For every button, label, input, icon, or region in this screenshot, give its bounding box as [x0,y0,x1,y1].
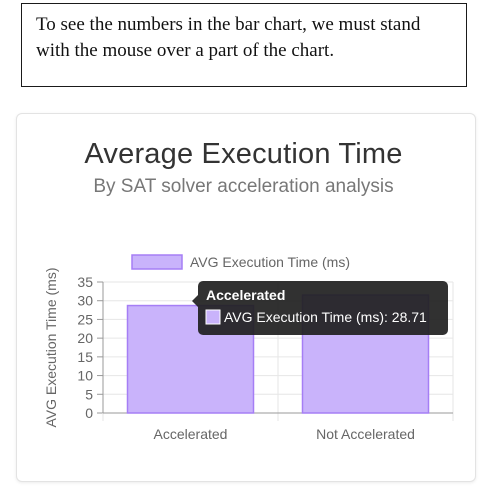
y-tick-label: 25 [77,311,93,327]
tooltip-swatch [205,309,221,325]
legend-label[interactable]: AVG Execution Time (ms) [190,254,350,270]
tooltip-title: Accelerated [206,287,285,303]
legend-swatch[interactable] [131,254,183,270]
y-tick-label: 5 [85,386,93,402]
y-tick-label: 35 [77,274,93,290]
y-tick-label: 10 [77,368,93,384]
y-tick-label: 20 [77,330,93,346]
y-tick-label: 0 [85,405,93,421]
tooltip-value: AVG Execution Time (ms): 28.71 [224,309,427,325]
x-tick-label: Not Accelerated [316,426,415,442]
y-tick-label: 15 [77,349,93,365]
x-tick-label: Accelerated [154,426,228,442]
y-axis-title: AVG Execution Time (ms) [43,267,59,427]
y-tick-label: 30 [77,293,93,309]
bar-chart[interactable]: 0 5 10 15 20 25 30 35 Accelerated Not Accelerated… [0,0,487,489]
